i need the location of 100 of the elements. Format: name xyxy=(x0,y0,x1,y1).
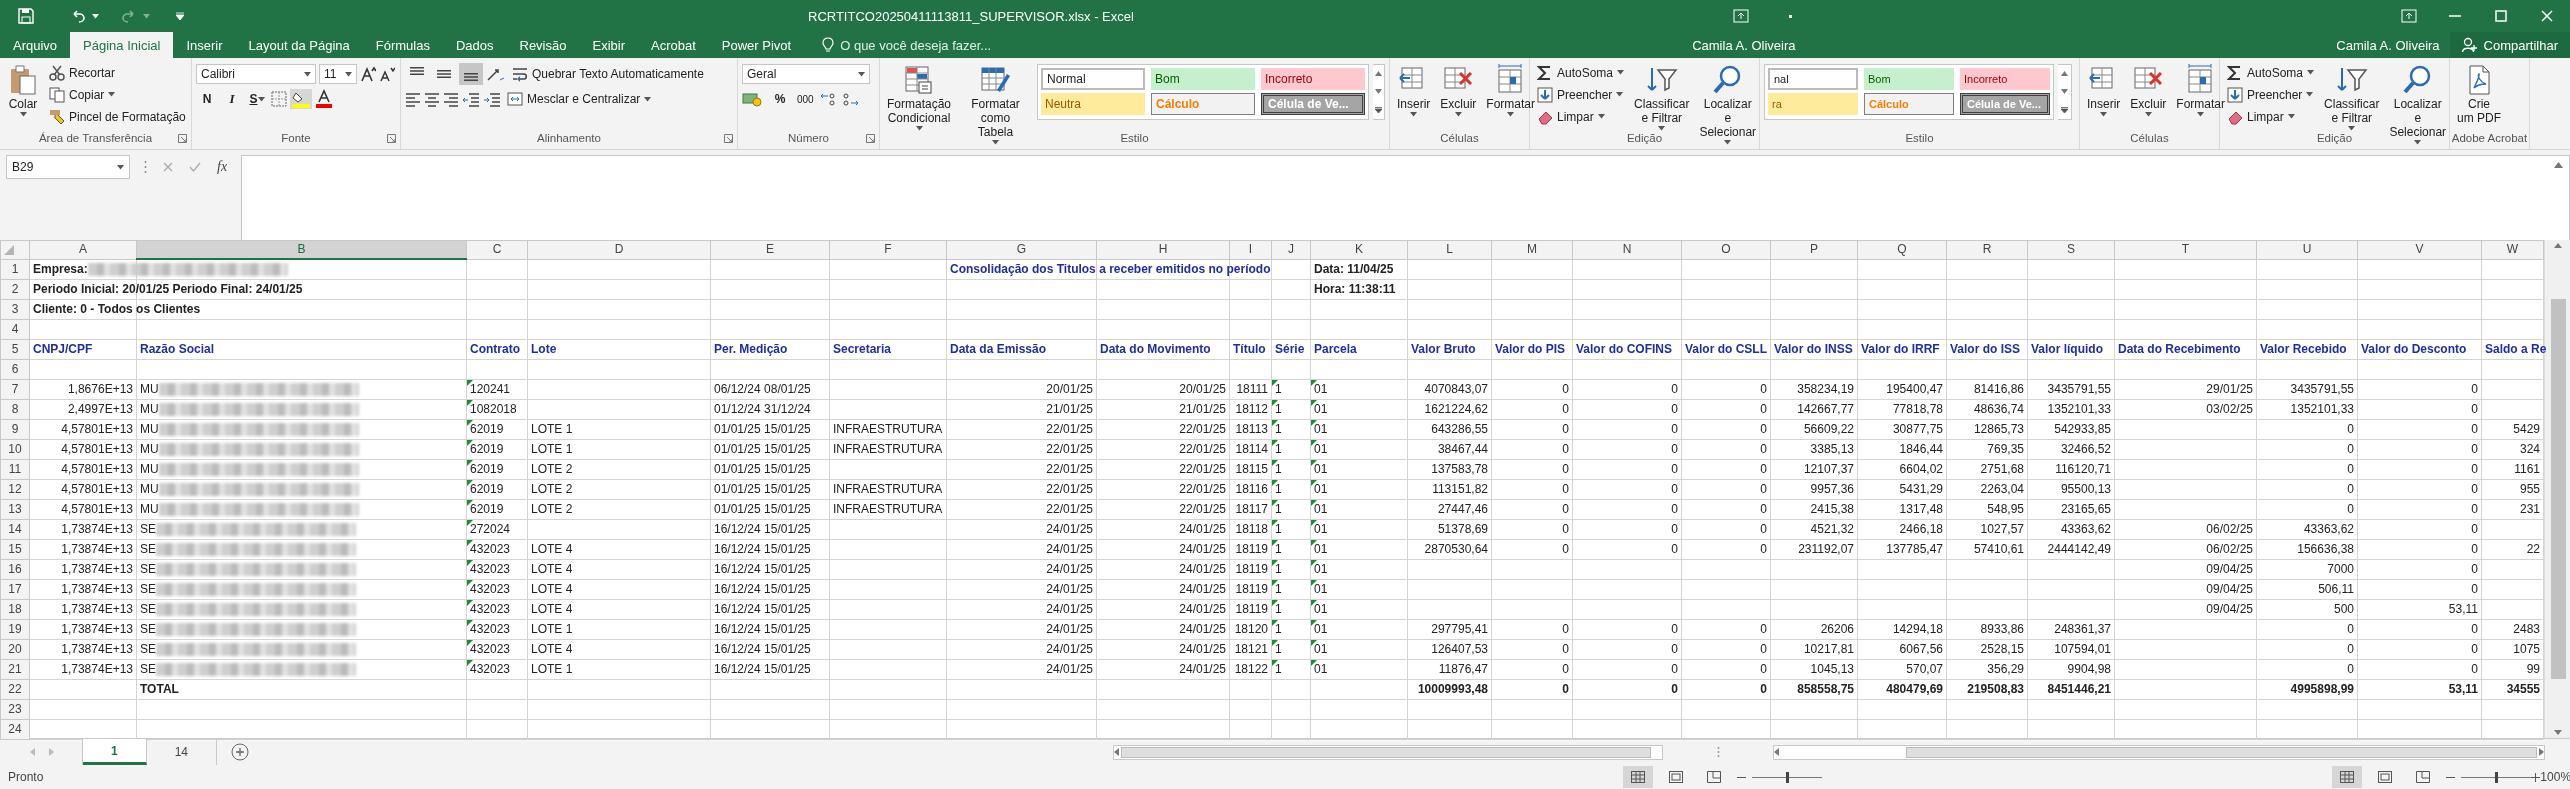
font-size-field[interactable]: 11 xyxy=(319,64,357,84)
share-button[interactable]: Compartilhar xyxy=(2449,32,2570,58)
close-icon[interactable] xyxy=(2539,8,2555,24)
row-number[interactable]: 12 xyxy=(0,479,30,500)
row-number[interactable]: 13 xyxy=(0,499,30,520)
gallery-scroll[interactable] xyxy=(2058,64,2072,120)
column-header[interactable]: H xyxy=(1096,240,1230,259)
percent-button[interactable]: % xyxy=(769,88,791,110)
zoom-slider[interactable] xyxy=(2446,772,2532,782)
insert-function-button[interactable]: fx xyxy=(217,159,228,175)
undo-icon[interactable] xyxy=(70,8,86,24)
collapse-icon[interactable] xyxy=(2554,162,2563,168)
row-number[interactable]: 1 xyxy=(0,259,30,280)
italic-button[interactable]: I xyxy=(221,88,243,110)
dialog-launcher-icon[interactable] xyxy=(866,134,875,143)
align-center-icon[interactable] xyxy=(424,91,440,107)
column-header[interactable]: P xyxy=(1770,240,1858,259)
format-painter-button[interactable]: Pincel de Formatação xyxy=(46,106,189,127)
customize-icon[interactable] xyxy=(176,12,184,20)
horizontal-scrollbar[interactable] xyxy=(1113,744,1664,760)
row-number[interactable]: 14 xyxy=(0,519,30,540)
row-number[interactable]: 21 xyxy=(0,659,30,680)
user-name[interactable]: Camila A. Oliveira xyxy=(1682,32,1806,58)
user-name[interactable]: Camila A. Oliveira xyxy=(2326,32,2450,58)
zoom-slider[interactable] xyxy=(1737,772,1823,782)
text-orientation-icon[interactable] xyxy=(486,66,506,82)
zoom-in-icon[interactable] xyxy=(2531,772,2541,782)
dialog-launcher-icon[interactable] xyxy=(724,134,733,143)
row-number[interactable]: 7 xyxy=(0,379,30,400)
column-header[interactable]: Q xyxy=(1857,240,1947,259)
wrap-text-button[interactable]: Quebrar Texto Automaticamente xyxy=(509,63,707,85)
create-pdf-button[interactable]: Crie um PDF xyxy=(2454,62,2504,127)
row-number[interactable]: 3 xyxy=(0,299,30,320)
tell-me-field[interactable]: O que você deseja fazer... xyxy=(804,32,1683,58)
thousands-button[interactable]: 000 xyxy=(794,88,817,110)
paste-button[interactable]: Colar xyxy=(4,62,42,119)
insert-button[interactable]: Inserir xyxy=(1394,62,1434,119)
increase-decimal-icon[interactable] xyxy=(840,91,859,107)
column-header[interactable]: G xyxy=(946,240,1097,259)
ribbon-tab[interactable]: Revisão xyxy=(506,32,580,58)
sort-filter-button[interactable]: Classificar e Filtrar xyxy=(1631,62,1693,133)
align-left-icon[interactable] xyxy=(405,91,421,107)
ribbon-tab[interactable]: Layout da Página xyxy=(235,32,363,58)
cell-style-option[interactable]: Incorreto xyxy=(1261,68,1365,90)
delete-button[interactable]: Excluir xyxy=(2127,62,2170,119)
align-right-icon[interactable] xyxy=(443,91,459,107)
insert-button[interactable]: Inserir xyxy=(2084,62,2124,119)
row-number[interactable]: 15 xyxy=(0,539,30,560)
column-header[interactable]: T xyxy=(2114,240,2257,259)
formula-field[interactable] xyxy=(241,155,2570,241)
delete-button[interactable]: Excluir xyxy=(1437,62,1480,119)
ribbon-tab[interactable]: Acrobat xyxy=(638,32,709,58)
cell-style-option[interactable]: Incorreto xyxy=(1960,68,2050,90)
row-number[interactable]: 22 xyxy=(0,679,30,700)
cell-style-option[interactable]: Neutra xyxy=(1041,93,1145,115)
row-number[interactable]: 4 xyxy=(0,319,30,340)
row-number[interactable]: 23 xyxy=(0,699,30,720)
column-header[interactable]: A xyxy=(29,240,137,259)
ribbon-tab[interactable]: Inserir xyxy=(173,32,236,58)
sheet-tab[interactable]: 1 xyxy=(83,739,147,765)
column-header[interactable]: B xyxy=(136,240,467,259)
dialog-launcher-icon[interactable] xyxy=(387,134,396,143)
ribbon-display-icon[interactable] xyxy=(2401,8,2417,24)
dialog-launcher-icon[interactable] xyxy=(178,134,187,143)
ribbon-tab[interactable]: Arquivo xyxy=(0,32,71,58)
ribbon-tab[interactable]: Página Inicial xyxy=(70,32,174,58)
ribbon-tab[interactable]: Exibir xyxy=(579,32,638,58)
row-number[interactable]: 10 xyxy=(0,439,30,460)
column-header[interactable]: J xyxy=(1271,240,1311,259)
row-number[interactable]: 19 xyxy=(0,619,30,640)
row-number[interactable]: 8 xyxy=(0,399,30,420)
grow-font-icon[interactable] xyxy=(360,66,376,82)
row-number[interactable]: 17 xyxy=(0,579,30,600)
sort-filter-button[interactable]: Classificar e Filtrar xyxy=(2321,62,2383,133)
gallery-scroll[interactable] xyxy=(1373,64,1385,120)
decrease-indent-icon[interactable] xyxy=(462,91,480,107)
slider-thumb[interactable] xyxy=(1785,771,1789,783)
font-color-icon[interactable] xyxy=(315,89,333,109)
column-header[interactable]: E xyxy=(710,240,830,259)
page-layout-icon[interactable] xyxy=(2378,771,2393,783)
row-number[interactable]: 2 xyxy=(0,279,30,300)
column-header[interactable]: N xyxy=(1572,240,1682,259)
merge-center-button[interactable]: Mesclar e Centralizar xyxy=(504,88,655,110)
column-header[interactable]: O xyxy=(1681,240,1771,259)
cell-style-option[interactable]: Bom xyxy=(1151,68,1255,90)
new-sheet-icon[interactable] xyxy=(231,743,250,761)
column-header[interactable]: K xyxy=(1310,240,1408,259)
cell-style-option[interactable]: ra xyxy=(1768,93,1858,115)
column-header[interactable]: L xyxy=(1407,240,1492,259)
column-header[interactable]: M xyxy=(1491,240,1573,259)
column-header[interactable]: S xyxy=(2027,240,2115,259)
decrease-decimal-icon[interactable] xyxy=(819,91,838,107)
increase-indent-icon[interactable] xyxy=(483,91,501,107)
page-break-icon[interactable] xyxy=(1707,771,1722,783)
page-layout-icon[interactable] xyxy=(1669,771,1684,783)
vertical-scrollbar[interactable] xyxy=(2544,240,2570,738)
format-as-table-button[interactable]: Formatar como Tabela xyxy=(958,62,1033,147)
conditional-formatting-button[interactable]: Formatação Condicional xyxy=(884,62,955,133)
column-header[interactable]: R xyxy=(1946,240,2028,259)
cut-button[interactable]: Recortar xyxy=(46,62,189,83)
